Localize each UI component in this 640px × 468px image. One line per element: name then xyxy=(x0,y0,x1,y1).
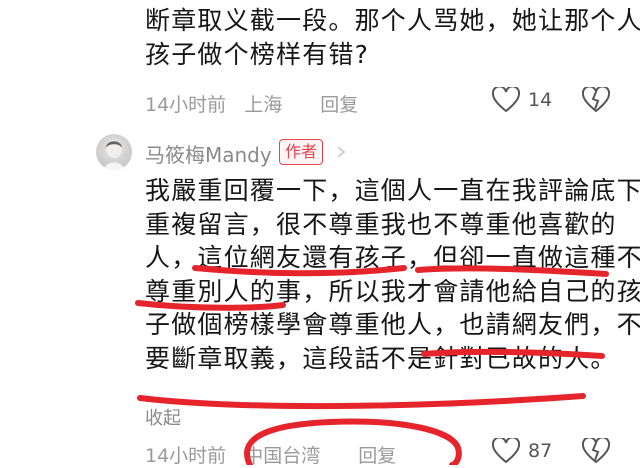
underline-mark xyxy=(137,393,586,410)
heart-icon xyxy=(492,438,520,464)
previous-comment-meta: 14小时前 上海 回复 xyxy=(145,90,370,117)
comment-line: 孩子做个榜样有错? xyxy=(145,39,370,69)
avatar[interactable] xyxy=(96,134,132,170)
like-button[interactable]: 87 xyxy=(492,438,552,464)
chevron-right-icon xyxy=(337,146,346,158)
comment-line: 我嚴重回覆一下，這個人一直在我評論底下 xyxy=(145,176,640,205)
comment-time: 14小时前 xyxy=(145,445,227,467)
comment-line: 要斷章取義，這段話不是針對已故的人。 xyxy=(145,343,617,373)
comment-location: 上海 xyxy=(244,94,283,116)
username[interactable]: 马筱梅Mandy xyxy=(145,139,272,168)
like-count: 87 xyxy=(528,440,553,462)
previous-comment-text: 断章取义截一段。那个人骂她，她让那个人 孩子做个榜样有错? xyxy=(145,4,640,71)
comment-location: 中国台湾 xyxy=(244,445,321,467)
comment-line: 尊重別人的事，所以我才會請他給自己的孩 xyxy=(145,276,640,306)
heart-icon xyxy=(492,87,520,113)
comment-time: 14小时前 xyxy=(145,94,227,116)
broken-heart-icon[interactable] xyxy=(582,87,610,113)
like-count: 14 xyxy=(528,89,553,111)
author-comment-meta: 14小时前 中国台湾 回复 xyxy=(145,441,408,468)
avatar-image xyxy=(104,140,124,170)
reply-button[interactable]: 回复 xyxy=(320,94,358,116)
broken-heart-icon[interactable] xyxy=(582,438,610,464)
reply-button[interactable]: 回复 xyxy=(358,445,396,467)
like-button[interactable]: 14 xyxy=(492,87,552,113)
comment-line: 人，這位網友還有孩子，但卻一直做這種不 xyxy=(145,243,640,272)
comment-line: 子做個榜樣學會尊重他人，也請網友們，不 xyxy=(145,310,640,339)
author-badge: 作者 xyxy=(279,139,324,165)
comment-line: 重複留言，很不尊重我也不尊重他喜歡的 xyxy=(145,209,617,239)
collapse-button[interactable]: 收起 xyxy=(145,404,181,430)
author-comment-text: 我嚴重回覆一下，這個人一直在我評論底下 重複留言，很不尊重我也不尊重他喜歡的 人… xyxy=(145,174,640,375)
comment-line: 断章取义截一段。那个人骂她，她让那个人 xyxy=(145,6,640,35)
